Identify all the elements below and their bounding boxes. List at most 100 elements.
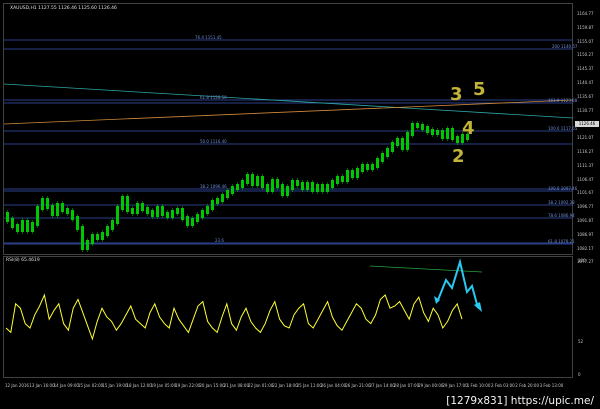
candle-body bbox=[321, 184, 324, 192]
candle-body bbox=[436, 130, 439, 135]
candle-body bbox=[96, 234, 99, 240]
candle-body bbox=[301, 182, 304, 190]
rsi-line bbox=[5, 293, 463, 341]
candle-body bbox=[291, 180, 294, 190]
candle-body bbox=[66, 208, 69, 214]
candle-body bbox=[241, 180, 244, 188]
candle-body bbox=[156, 206, 159, 217]
fibonacci-level-label: 50.0 1116.40 bbox=[200, 139, 227, 144]
candle-body bbox=[341, 176, 344, 182]
time-scale-label: 22 Jan 01:00 bbox=[248, 383, 274, 388]
candle-body bbox=[226, 190, 229, 198]
price-scale-label: 1140.47 bbox=[577, 80, 594, 85]
candle-body bbox=[171, 210, 174, 218]
candle-body bbox=[266, 184, 269, 192]
candle-body bbox=[196, 214, 199, 222]
time-scale-label: 20 Jan 15:00 bbox=[199, 383, 225, 388]
candle-body bbox=[276, 179, 279, 188]
price-scale-label: 1164.77 bbox=[577, 11, 594, 16]
candle-body bbox=[281, 184, 284, 196]
price-scale-label: 1155.07 bbox=[577, 38, 594, 44]
candle-body bbox=[21, 220, 24, 232]
candle-body bbox=[401, 138, 404, 150]
candle-body bbox=[311, 182, 314, 192]
candle-body bbox=[426, 126, 429, 133]
candle-body bbox=[206, 206, 209, 214]
fibonacci-level-label: 78.6 1086.94 bbox=[548, 213, 575, 218]
time-scale-label: 2 Feb 03:00 bbox=[491, 383, 515, 388]
candle-body bbox=[106, 226, 109, 236]
candle-body bbox=[176, 208, 179, 214]
candle-body bbox=[181, 208, 184, 220]
candle-body bbox=[6, 212, 9, 222]
candle-body bbox=[231, 186, 234, 194]
candle-body bbox=[221, 194, 224, 202]
price-scale-label: 1135.67 bbox=[577, 93, 594, 99]
time-scale-label: 2 Feb 20:00 bbox=[515, 383, 539, 388]
candle-body bbox=[351, 170, 354, 178]
time-scale-label: 19 Jan 05:00 bbox=[150, 383, 177, 388]
candle-body bbox=[61, 203, 64, 212]
chart-window[interactable]: XAUUSD,H1 1127.55 1126.46 1125.60 1126.4… bbox=[0, 0, 600, 409]
candle-body bbox=[256, 176, 259, 186]
candle-body bbox=[26, 220, 29, 232]
price-scale[interactable]: 1164.77 1159.87 1155.07 1150.27 1145.37 1140.… bbox=[574, 3, 600, 378]
candle-body bbox=[31, 222, 34, 232]
time-scale-label: 15 Jan 02:00 bbox=[77, 383, 104, 388]
candle-body bbox=[446, 128, 449, 139]
time-scale-label: 26 Jan 21:00 bbox=[345, 383, 371, 388]
candle-body bbox=[46, 198, 49, 209]
candle-body bbox=[36, 206, 39, 226]
rsi-divergence-line bbox=[369, 265, 483, 273]
candle-body bbox=[381, 153, 384, 162]
price-scale-label: 1150.27 bbox=[577, 52, 594, 58]
candle-body bbox=[151, 210, 154, 217]
time-scale[interactable]: 12 Jan 2016 13 Jan 16:00 14 Jan 09:00 15 Ja… bbox=[3, 379, 573, 393]
time-scale-label: 18 Jan 12:00 bbox=[126, 383, 152, 388]
price-scale-label: 1096.77 bbox=[577, 204, 594, 210]
candle-body bbox=[451, 128, 454, 140]
time-scale-label: 1 Feb 10:00 bbox=[466, 383, 491, 388]
time-scale-label: 26 Jan 04:00 bbox=[320, 383, 347, 388]
candle-body bbox=[16, 224, 19, 232]
fibonacci-level-label: 61.8 1079.21 bbox=[548, 239, 575, 244]
time-scale-label: 13 Jan 16:00 bbox=[29, 383, 55, 388]
rsi-scale-label: 100 bbox=[578, 258, 586, 263]
trend-line-teal bbox=[3, 83, 574, 119]
time-scale-label: 14 Jan 09:00 bbox=[53, 383, 79, 388]
candle-body bbox=[366, 164, 369, 170]
candle-body bbox=[201, 210, 204, 218]
candle-body bbox=[191, 218, 194, 226]
candle-body bbox=[81, 226, 84, 250]
time-scale-label: 25 Jan 11:00 bbox=[296, 383, 322, 388]
chart-canvas bbox=[3, 39, 574, 341]
time-scale-label: 3 Feb 13:00 bbox=[539, 383, 564, 388]
time-scale-label: 29 Jan 17:00 bbox=[442, 383, 468, 388]
candle-body bbox=[211, 200, 214, 210]
candle-body bbox=[136, 203, 139, 214]
candle-body bbox=[331, 180, 334, 188]
wave-label: 2 bbox=[452, 146, 465, 167]
rsi-wave-annotation bbox=[437, 258, 479, 309]
candle-body bbox=[111, 220, 114, 230]
time-scale-label: 12 Jan 2016 bbox=[5, 383, 29, 388]
image-watermark: [1279x831] https://upic.me/ bbox=[446, 395, 594, 407]
candle-body bbox=[391, 142, 394, 152]
price-scale-label: 1091.87 bbox=[577, 218, 594, 223]
wave-label: 5 bbox=[473, 79, 486, 100]
fibonacci-level-label: 200 1140.57 bbox=[552, 44, 578, 49]
arrow-head-icon bbox=[474, 302, 482, 312]
time-scale-label: 22 Jan 18:00 bbox=[272, 383, 298, 388]
candle-body bbox=[11, 218, 14, 228]
fibonacci-level-label: 38.2 1096.46 bbox=[200, 184, 227, 189]
candle-body bbox=[216, 198, 219, 204]
candle-body bbox=[56, 203, 59, 216]
wave-label: 3 bbox=[450, 84, 463, 105]
chart-title: XAUUSD,H1 1127.55 1126.46 1125.60 1126.4… bbox=[10, 6, 117, 11]
candle-body bbox=[161, 206, 164, 216]
candle-body bbox=[41, 198, 44, 210]
candle-body bbox=[131, 208, 134, 214]
rsi-scale-label: 52 bbox=[578, 339, 584, 344]
price-scale-label: 1111.37 bbox=[577, 162, 594, 168]
time-scale-label: 19 Jan 22:00 bbox=[175, 383, 201, 388]
